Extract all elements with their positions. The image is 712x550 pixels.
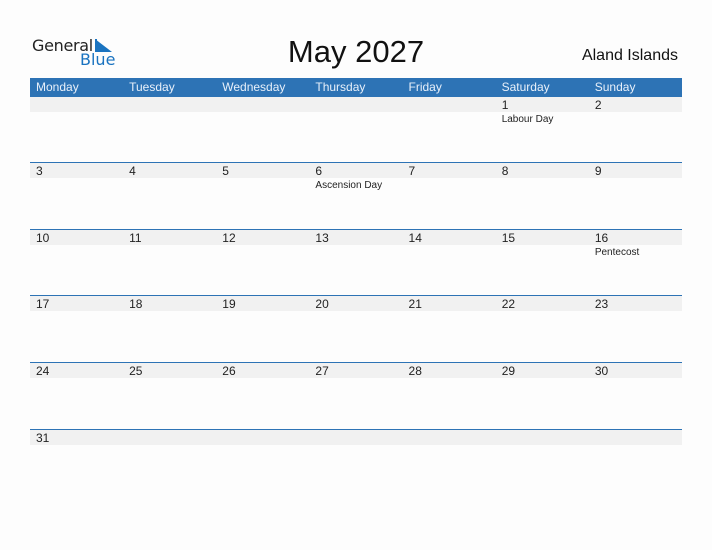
day-cell[interactable]: 26 — [216, 362, 309, 428]
calendar-week: 1 Labour Day 2 — [30, 97, 682, 163]
weekday-friday: Friday — [408, 80, 442, 94]
day-cell[interactable]: 18 — [123, 295, 216, 361]
day-number: 6 — [315, 164, 323, 178]
calendar-week: 17 18 19 20 21 22 23 — [30, 295, 682, 361]
day-cell[interactable]: 17 — [30, 295, 123, 361]
day-number: 26 — [222, 364, 236, 378]
day-cell[interactable]: 11 — [123, 229, 216, 295]
day-number: 21 — [408, 297, 422, 311]
calendar-week: 31 — [30, 429, 682, 495]
weekday-saturday: Saturday — [501, 80, 550, 94]
weekday-sunday: Sunday — [594, 80, 636, 94]
day-cell — [30, 97, 123, 163]
day-number: 27 — [315, 364, 329, 378]
day-cell[interactable]: 6 Ascension Day — [309, 162, 402, 228]
day-number: 5 — [222, 164, 229, 178]
day-cell[interactable]: 10 — [30, 229, 123, 295]
day-number: 15 — [501, 231, 516, 245]
day-cell[interactable]: 22 — [496, 295, 589, 361]
day-number: 20 — [315, 297, 329, 311]
day-cell[interactable]: 1 Labour Day — [496, 97, 589, 163]
holiday-label: Labour Day — [501, 114, 554, 125]
day-cell[interactable]: 30 — [589, 362, 682, 428]
day-cell — [123, 97, 216, 163]
day-number: 8 — [501, 164, 509, 178]
day-cell — [216, 429, 309, 495]
day-number: 1 — [501, 98, 509, 112]
day-number: 19 — [222, 297, 236, 311]
day-number: 29 — [501, 364, 516, 378]
day-number: 24 — [36, 364, 50, 378]
day-cell[interactable]: 23 — [589, 295, 682, 361]
weekday-tuesday: Tuesday — [129, 80, 175, 94]
day-number: 10 — [36, 231, 50, 245]
day-cell[interactable]: 9 — [589, 162, 682, 228]
day-cell[interactable]: 27 — [309, 362, 402, 428]
weekday-header: Monday Tuesday Wednesday Thursday Friday… — [30, 78, 682, 97]
day-cell[interactable]: 16 Pentecost — [589, 229, 682, 295]
day-number: 13 — [315, 231, 329, 245]
day-cell[interactable]: 5 — [216, 162, 309, 228]
day-number: 7 — [408, 164, 416, 178]
day-number: 18 — [129, 297, 143, 311]
calendar-week: 3 4 5 6 Ascension Day 7 8 9 — [30, 162, 682, 228]
weekday-thursday: Thursday — [315, 80, 366, 94]
day-number: 3 — [36, 164, 43, 178]
day-cell[interactable]: 20 — [309, 295, 402, 361]
day-number: 17 — [36, 297, 50, 311]
weekday-wednesday: Wednesday — [222, 80, 286, 94]
day-number: 25 — [129, 364, 143, 378]
day-cell[interactable]: 21 — [403, 295, 496, 361]
day-cell — [496, 429, 589, 495]
day-cell[interactable]: 3 — [30, 162, 123, 228]
day-cell — [216, 97, 309, 163]
holiday-label: Ascension Day — [315, 180, 383, 191]
day-cell — [589, 429, 682, 495]
day-number: 22 — [501, 297, 516, 311]
day-cell[interactable]: 8 — [496, 162, 589, 228]
day-cell[interactable]: 24 — [30, 362, 123, 428]
day-cell[interactable]: 29 — [496, 362, 589, 428]
day-cell[interactable]: 2 — [589, 97, 682, 163]
day-cell — [309, 97, 402, 163]
day-cell[interactable]: 14 — [403, 229, 496, 295]
day-number: 31 — [36, 431, 50, 445]
day-number: 11 — [129, 231, 142, 245]
day-number: 16 — [594, 231, 609, 245]
day-cell[interactable]: 12 — [216, 229, 309, 295]
weekday-monday: Monday — [36, 80, 79, 94]
day-cell[interactable]: 4 — [123, 162, 216, 228]
day-number: 2 — [594, 98, 602, 112]
day-number: 12 — [222, 231, 236, 245]
day-cell — [309, 429, 402, 495]
day-cell[interactable]: 28 — [403, 362, 496, 428]
day-cell[interactable]: 13 — [309, 229, 402, 295]
holiday-label: Pentecost — [594, 247, 640, 258]
day-number: 9 — [594, 164, 602, 178]
country-label: Aland Islands — [581, 47, 678, 64]
calendar-week: 24 25 26 27 28 29 30 — [30, 362, 682, 428]
day-cell — [403, 429, 496, 495]
day-cell[interactable]: 15 — [496, 229, 589, 295]
day-number: 14 — [408, 231, 422, 245]
day-number: 23 — [594, 297, 609, 311]
day-number: 28 — [408, 364, 422, 378]
day-cell[interactable]: 7 — [403, 162, 496, 228]
day-cell[interactable]: 19 — [216, 295, 309, 361]
day-cell[interactable]: 31 — [30, 429, 123, 495]
day-cell — [123, 429, 216, 495]
day-number: 30 — [594, 364, 609, 378]
day-cell[interactable]: 25 — [123, 362, 216, 428]
day-cell — [403, 97, 496, 163]
calendar-week: 10 11 12 13 14 15 16 Pentecost — [30, 229, 682, 295]
day-number: 4 — [129, 164, 136, 178]
